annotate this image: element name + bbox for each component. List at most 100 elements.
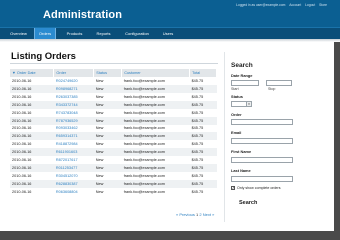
page-title: Listing Orders <box>11 51 76 62</box>
status-cell: New <box>95 94 104 99</box>
customer-cell: frank.foo@example.com <box>123 158 165 163</box>
order-date-cell: 2010-06-16 <box>12 78 32 83</box>
tab-reports[interactable]: Reports <box>92 28 115 39</box>
order-number-link[interactable]: R063608804 <box>54 188 94 196</box>
table-row: 2010-06-16 R743783048 New frank.foo@example… <box>10 109 217 117</box>
complete-only-checkbox[interactable]: ✓ <box>231 186 235 190</box>
total-cell: $45.75 <box>189 148 217 157</box>
previous-link[interactable]: « Previous <box>176 212 195 217</box>
total-cell: $45.75 <box>191 189 204 194</box>
sidebar-title: Search <box>231 62 253 69</box>
total-cell: $45.75 <box>191 142 204 147</box>
order-field[interactable] <box>231 119 293 125</box>
search-button[interactable]: Search <box>239 200 257 206</box>
user-text: Logged in as user@example.com <box>236 3 286 7</box>
table-row: 2010-06-16 R343372744 New frank.foo@example… <box>10 100 217 109</box>
email-label: Email <box>231 130 242 135</box>
order-number-link[interactable]: R093033462 <box>54 125 94 133</box>
order-number-link[interactable]: R011253477 <box>53 164 94 173</box>
stop-label: Stop <box>268 87 276 91</box>
store-link[interactable]: Store <box>319 3 327 7</box>
last-name-field[interactable] <box>231 176 293 182</box>
stop-date-field[interactable] <box>266 80 292 86</box>
first-name-field[interactable] <box>231 157 293 163</box>
customer-cell: frank.foo@example.com <box>121 164 190 173</box>
checkmark-icon: ✓ <box>232 186 235 190</box>
table-row: 2010-06-16 R872017617 New frank.foo@example… <box>10 156 217 164</box>
tab-configuration[interactable]: Configuration <box>121 28 153 39</box>
total-cell: $45.75 <box>191 174 204 179</box>
order-label: Order <box>231 112 242 117</box>
next-link[interactable]: Next » <box>203 212 215 217</box>
total-cell: $45.75 <box>189 164 217 173</box>
order-number-link[interactable]: R611901603 <box>53 148 94 157</box>
order-date-cell: 2010-06-16 <box>12 110 32 115</box>
order-number-link[interactable]: R872017617 <box>54 156 94 164</box>
table-row: 2010-06-16 R263037385 New frank.foo@example… <box>10 93 217 101</box>
order-number-link[interactable]: R098968271 <box>53 84 94 93</box>
order-number-link[interactable]: R743783048 <box>54 109 94 117</box>
status-cell: New <box>93 164 122 173</box>
customer-cell: frank.foo@example.com <box>121 148 190 157</box>
page-2-link[interactable]: 2 <box>199 212 201 217</box>
first-name-label: First Name <box>231 149 252 154</box>
customer-cell: frank.foo@example.com <box>123 126 165 131</box>
total-cell: $45.75 <box>189 100 217 109</box>
customer-cell: frank.foo@example.com <box>123 94 165 99</box>
tab-overview[interactable]: Overview <box>6 28 31 39</box>
total-cell: $45.75 <box>189 179 217 188</box>
order-date-cell: 2010-06-16 <box>12 142 32 147</box>
tab-products[interactable]: Products <box>62 28 87 39</box>
start-date-field[interactable] <box>231 80 259 86</box>
table-row: 2010-06-16 R304512070 New frank.foo@example… <box>10 172 217 180</box>
total-cell: $45.75 <box>191 126 204 131</box>
total-cell: $45.75 <box>189 116 217 125</box>
order-number-link[interactable]: R659314371 <box>53 132 94 141</box>
total-cell: $45.75 <box>191 78 204 83</box>
app-title: Administration <box>43 9 123 21</box>
order-date-cell: 2010-06-16 <box>10 148 54 157</box>
col-order[interactable]: Order <box>53 69 95 77</box>
title-divider <box>10 63 218 64</box>
col-status[interactable]: Status <box>93 69 123 77</box>
order-number-link[interactable]: R024749620 <box>54 77 94 85</box>
order-number-link[interactable]: R304512070 <box>54 172 94 180</box>
tab-users[interactable]: Users <box>158 28 178 39</box>
email-field[interactable] <box>231 138 293 144</box>
date-range-label: Date Range <box>231 73 253 78</box>
tab-orders[interactable]: Orders <box>34 28 56 39</box>
order-number-link[interactable]: R418872984 <box>54 140 94 148</box>
account-link[interactable]: Account <box>289 3 301 7</box>
order-date-cell: 2010-06-16 <box>10 132 54 141</box>
order-date-cell: 2010-06-16 <box>12 158 32 163</box>
order-number-link[interactable]: R263037385 <box>54 93 94 101</box>
complete-only-label: Only show complete orders <box>237 186 281 190</box>
logout-link[interactable]: Logout <box>305 3 315 7</box>
status-cell: New <box>95 174 104 179</box>
customer-cell: frank.foo@example.com <box>123 142 165 147</box>
order-number-link[interactable]: R628830387 <box>53 179 94 188</box>
status-cell: New <box>95 126 104 131</box>
total-cell: $45.75 <box>191 110 204 115</box>
customer-cell: frank.foo@example.com <box>123 174 165 179</box>
header-bar: Administration Logged in as user@example… <box>0 0 340 27</box>
chevron-down-icon: ▾ <box>246 102 251 106</box>
status-select[interactable]: ▾ <box>231 101 252 107</box>
user-links: Logged in as user@example.com Account Lo… <box>233 3 327 7</box>
main-nav: Overview Orders Products Reports Configu… <box>0 27 340 39</box>
sidebar-divider <box>224 52 225 222</box>
order-date-cell: 2010-06-16 <box>12 126 32 131</box>
col-customer[interactable]: Customer <box>121 69 191 77</box>
customer-cell: frank.foo@example.com <box>121 179 190 188</box>
status-cell: New <box>95 78 104 83</box>
status-cell: New <box>95 189 104 194</box>
customer-cell: frank.foo@example.com <box>123 110 165 115</box>
table-row: 2010-06-16 R098968271 New frank.foo@example… <box>10 84 217 93</box>
table-row: 2010-06-16 R063608804 New frank.foo@example… <box>10 188 217 196</box>
order-number-link[interactable]: R787936529 <box>53 116 94 125</box>
total-cell: $45.75 <box>189 132 217 141</box>
status-cell: New <box>93 84 122 93</box>
order-number-link[interactable]: R343372744 <box>53 100 94 109</box>
col-total[interactable]: Total <box>189 69 217 77</box>
col-order-date[interactable]: ▼ Order Date <box>10 69 55 77</box>
